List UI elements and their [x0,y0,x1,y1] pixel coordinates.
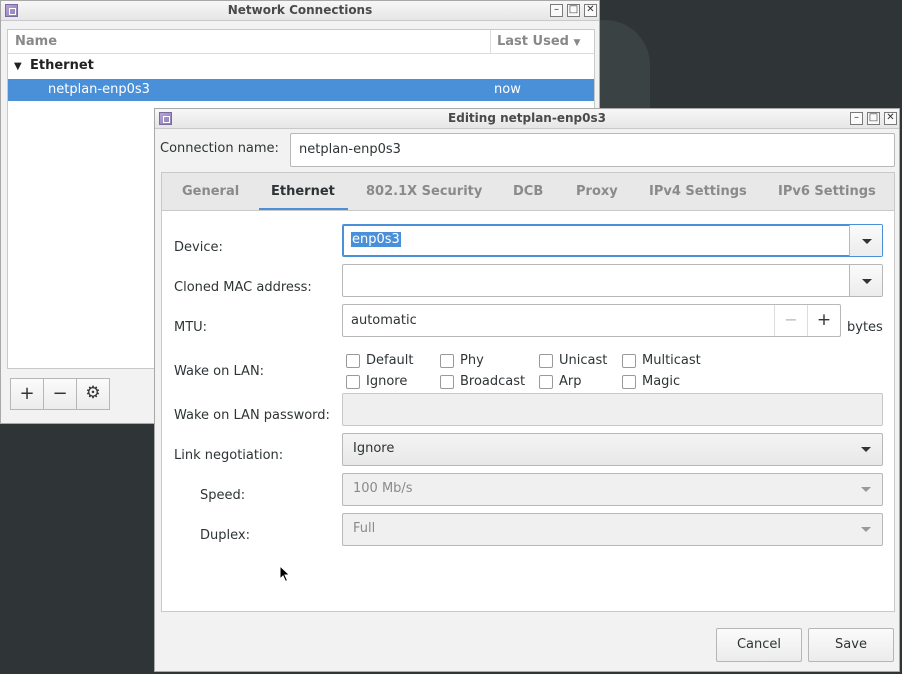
minimize-icon[interactable]: – [850,112,863,125]
ethernet-settings-panel: Device: enp0s3 Cloned MAC address: MTU: … [161,210,895,612]
tab-8021x-security[interactable]: 802.1X Security [366,184,482,199]
connection-name-label: Connection name: [160,141,279,156]
wol-label: Wake on LAN: [174,364,265,379]
link-negotiation-label: Link negotiation: [174,448,284,463]
list-header: Name Last Used ▼ [8,30,594,54]
editor-titlebar[interactable]: Editing netplan-enp0s3 – □ ✕ [155,109,899,129]
chevron-down-icon[interactable] [849,225,882,256]
mtu-input[interactable]: automatic [351,313,417,328]
mtu-increment-button[interactable]: + [807,305,840,336]
mtu-unit: bytes [847,320,883,335]
chevron-down-icon [861,447,871,452]
column-last-used[interactable]: Last Used ▼ [497,34,580,49]
chevron-down-icon[interactable] [849,265,882,296]
group-ethernet[interactable]: ▼ Ethernet [8,56,594,78]
mtu-spinbutton[interactable]: automatic − + [342,304,841,337]
chevron-down-icon [861,487,871,492]
wol-broadcast-checkbox[interactable]: Broadcast [440,374,525,389]
remove-connection-button[interactable]: − [43,378,77,410]
tab-bar: General Ethernet 802.1X Security DCB Pro… [161,172,895,211]
list-item[interactable]: netplan-enp0s3 now [8,79,594,101]
link-negotiation-dropdown[interactable]: Ignore [342,433,883,466]
tab-proxy[interactable]: Proxy [576,184,618,199]
save-button[interactable]: Save [808,628,894,662]
wol-magic-checkbox[interactable]: Magic [622,374,680,389]
close-icon[interactable]: ✕ [884,112,897,125]
speed-dropdown[interactable]: 100 Mb/s [342,473,883,506]
wol-password-input[interactable] [342,393,883,426]
tab-general[interactable]: General [182,184,239,199]
nc-toolbar: + − ⚙ [10,378,110,410]
tab-ipv6-settings[interactable]: IPv6 Settings [778,184,876,199]
cloned-mac-label: Cloned MAC address: [174,280,312,295]
wol-default-checkbox[interactable]: Default [346,353,414,368]
wol-multicast-checkbox[interactable]: Multicast [622,353,701,368]
wol-phy-checkbox[interactable]: Phy [440,353,484,368]
close-icon[interactable]: ✕ [584,4,597,17]
chevron-down-icon [861,527,871,532]
nc-titlebar[interactable]: Network Connections – □ ✕ [1,1,599,21]
add-connection-button[interactable]: + [10,378,44,410]
cloned-mac-combo[interactable] [342,264,883,297]
device-input[interactable]: enp0s3 [351,232,401,247]
wol-ignore-checkbox[interactable]: Ignore [346,374,407,389]
tab-ipv4-settings[interactable]: IPv4 Settings [649,184,747,199]
mtu-decrement-button[interactable]: − [774,305,807,336]
duplex-label: Duplex: [200,528,250,543]
wol-unicast-checkbox[interactable]: Unicast [539,353,607,368]
sort-down-icon: ▼ [573,38,581,48]
duplex-dropdown[interactable]: Full [342,513,883,546]
tab-ethernet[interactable]: Ethernet [271,184,335,199]
column-name[interactable]: Name [15,34,57,49]
gear-icon[interactable]: ⚙ [76,378,110,410]
maximize-icon[interactable]: □ [867,112,880,125]
editor-window-title: Editing netplan-enp0s3 [448,111,606,125]
connection-name: netplan-enp0s3 [48,82,150,97]
nc-window-title: Network Connections [227,3,373,17]
maximize-icon[interactable]: □ [567,4,580,17]
tab-dcb[interactable]: DCB [513,184,543,199]
minimize-icon[interactable]: – [550,4,563,17]
wol-password-label: Wake on LAN password: [174,408,330,423]
wol-arp-checkbox[interactable]: Arp [539,374,582,389]
edit-connection-window: Editing netplan-enp0s3 – □ ✕ Connection … [154,108,900,672]
device-combo[interactable]: enp0s3 [342,224,883,257]
cancel-button[interactable]: Cancel [716,628,802,662]
expander-down-icon[interactable]: ▼ [14,61,22,72]
device-label: Device: [174,240,223,255]
mouse-pointer-icon [279,565,291,583]
speed-label: Speed: [200,488,246,503]
connection-name-input[interactable]: netplan-enp0s3 [290,133,895,167]
connection-last-used: now [494,82,521,97]
mtu-label: MTU: [174,320,208,335]
